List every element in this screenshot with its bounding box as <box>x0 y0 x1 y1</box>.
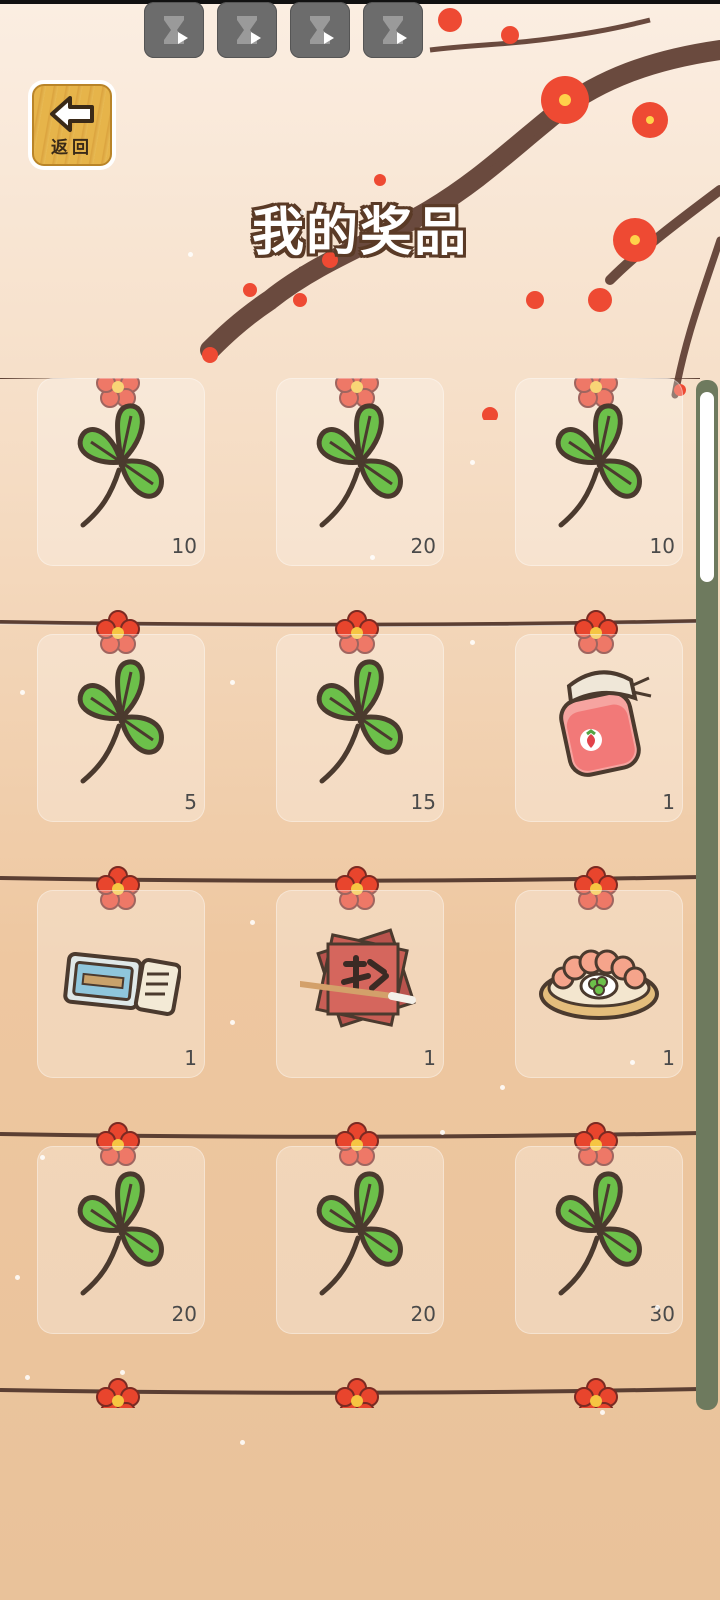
prize-count: 1 <box>662 790 675 814</box>
prize-card[interactable]: 20 <box>276 378 444 566</box>
petal-dot <box>470 460 475 465</box>
petal-dot <box>655 1305 660 1310</box>
prize-count: 1 <box>662 1046 675 1070</box>
prize-count: 10 <box>171 534 197 558</box>
petal-dot <box>20 690 25 695</box>
prize-card[interactable]: 15 <box>276 634 444 822</box>
strawberry-jam-jar-icon <box>539 656 659 786</box>
petal-dot <box>630 1060 635 1065</box>
clover-icon <box>61 656 181 786</box>
petal-dot <box>230 680 235 685</box>
prize-count: 1 <box>184 1046 197 1070</box>
prize-card[interactable]: 20 <box>37 1146 205 1334</box>
petal-dot <box>25 1375 30 1380</box>
prize-card[interactable]: 20 <box>276 1146 444 1334</box>
shrimp-dumpling-plate-icon <box>539 912 659 1042</box>
prize-card[interactable]: 5 <box>37 634 205 822</box>
prize-card[interactable]: 1 <box>515 890 683 1078</box>
back-button[interactable]: 返回 <box>28 80 116 170</box>
clover-icon <box>300 656 420 786</box>
prize-count: 5 <box>184 790 197 814</box>
petal-dot <box>300 210 305 215</box>
petal-dot <box>15 1275 20 1280</box>
back-button-face: 返回 <box>32 84 112 166</box>
prize-count: 20 <box>171 1302 197 1326</box>
petal-dot <box>440 1130 445 1135</box>
ticket-icon <box>61 912 183 1042</box>
petal-dot <box>120 1370 125 1375</box>
prize-card[interactable]: 1 <box>276 890 444 1078</box>
petal-dot <box>470 640 475 645</box>
prize-count: 20 <box>410 1302 436 1326</box>
arrow-left-icon <box>50 96 94 132</box>
calligraphy-paper-brush-icon <box>297 912 420 1042</box>
scrollbar-thumb[interactable] <box>700 392 714 582</box>
prize-count: 15 <box>410 790 436 814</box>
clover-icon <box>61 1168 181 1298</box>
prize-card[interactable]: 10 <box>515 378 683 566</box>
petal-dot <box>600 1410 605 1415</box>
prize-count: 10 <box>649 534 675 558</box>
prize-count: 30 <box>649 1302 675 1326</box>
petal-dot <box>230 1020 235 1025</box>
petal-dot <box>40 1155 45 1160</box>
clover-icon <box>539 1168 659 1298</box>
petal-dot <box>240 1440 245 1445</box>
petal-dot <box>500 1085 505 1090</box>
prize-card[interactable]: 10 <box>37 378 205 566</box>
back-button-label: 返回 <box>51 138 93 158</box>
plum-flower-icon <box>95 1378 141 1408</box>
petal-dot <box>250 920 255 925</box>
prize-count: 1 <box>423 1046 436 1070</box>
clover-icon <box>300 400 420 530</box>
petal-dot <box>188 252 193 257</box>
clover-icon <box>61 400 181 530</box>
clover-icon <box>539 400 659 530</box>
plum-flower-icon <box>334 1378 380 1408</box>
petal-dot <box>370 555 375 560</box>
clover-icon <box>300 1168 420 1298</box>
plum-flower-icon <box>573 1378 619 1408</box>
prize-card[interactable]: 1 <box>515 634 683 822</box>
prize-card[interactable]: 1 <box>37 890 205 1078</box>
prize-grid[interactable]: 10 20 10 5 15 1 1 1 1 20 20 30 <box>0 378 700 1408</box>
page-title: 我的奖品 <box>251 203 468 263</box>
prize-count: 20 <box>410 534 436 558</box>
